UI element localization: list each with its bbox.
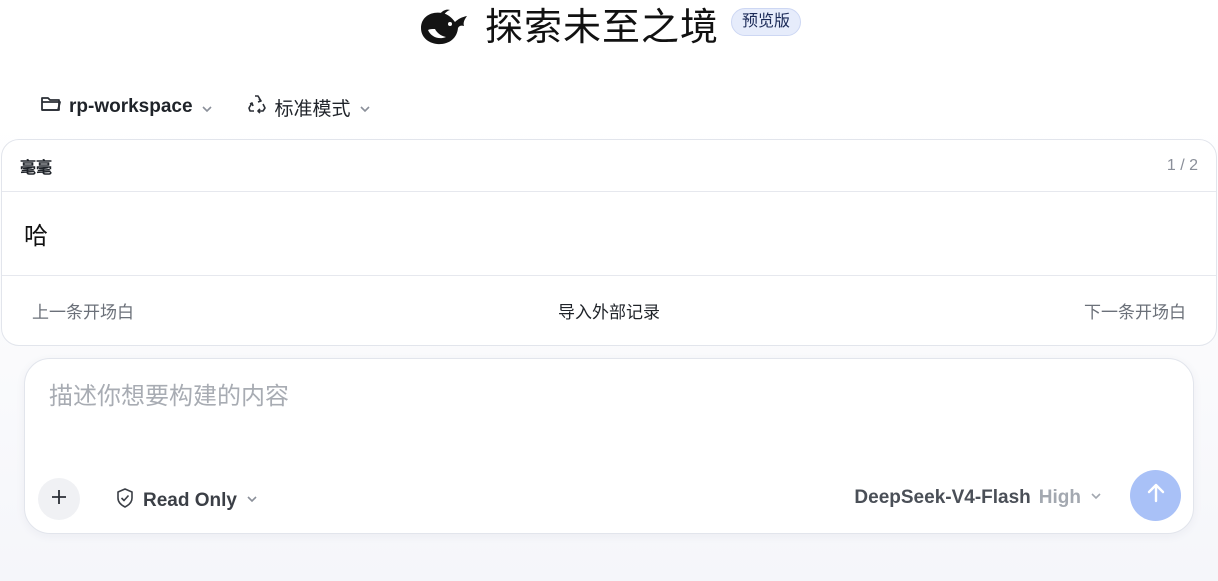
character-name: 毫毫	[20, 159, 53, 177]
page-title: 探索未至之境	[484, 7, 719, 49]
mode-selector[interactable]: 标准模式	[246, 93, 372, 121]
workspace-toolbar: rp-workspace 标准模式	[40, 90, 372, 124]
chevron-down-icon	[1089, 487, 1103, 509]
access-mode-selector[interactable]: Read Only	[115, 487, 259, 515]
access-mode-label: Read Only	[143, 490, 237, 511]
workspace-label: rp-workspace	[69, 96, 193, 117]
send-button[interactable]	[1130, 470, 1181, 521]
opening-message: 哈	[2, 192, 1216, 276]
workspace-selector[interactable]: rp-workspace	[40, 94, 214, 120]
arrow-up-icon	[1144, 481, 1168, 510]
mode-label: 标准模式	[274, 98, 351, 120]
message-composer: Read Only DeepSeek-V4-Flash High	[24, 358, 1194, 534]
opening-message-card: 毫毫 1 / 2 哈 上一条开场白 导入外部记录 下一条开场白	[1, 139, 1217, 346]
reasoning-effort: High	[1038, 487, 1081, 508]
whale-logo-icon	[417, 6, 471, 50]
chevron-down-icon	[200, 100, 214, 114]
opening-pager: 1 / 2	[1166, 156, 1198, 174]
chevron-down-icon	[358, 100, 372, 114]
prompt-input[interactable]	[49, 383, 1159, 411]
card-header: 毫毫 1 / 2	[2, 140, 1216, 192]
shield-check-icon	[115, 487, 135, 515]
folder-icon	[40, 94, 62, 120]
card-footer: 上一条开场白 导入外部记录 下一条开场白	[2, 276, 1216, 345]
model-selector[interactable]: DeepSeek-V4-Flash High	[854, 487, 1103, 509]
model-name: DeepSeek-V4-Flash	[854, 487, 1031, 508]
next-opening-button[interactable]: 下一条开场白	[1084, 298, 1186, 323]
attach-button[interactable]	[38, 478, 80, 520]
plus-icon	[49, 487, 69, 512]
recycle-icon	[246, 93, 268, 121]
app-page: 探索未至之境 预览版 rp-workspace 标准模式 毫毫 1 / 2 哈 …	[0, 0, 1218, 581]
prev-opening-button[interactable]: 上一条开场白	[32, 298, 134, 323]
import-record-button[interactable]: 导入外部记录	[558, 298, 660, 323]
brand-header: 探索未至之境 预览版	[0, 4, 1218, 52]
chevron-down-icon	[245, 490, 259, 512]
preview-badge: 预览版	[731, 8, 802, 36]
